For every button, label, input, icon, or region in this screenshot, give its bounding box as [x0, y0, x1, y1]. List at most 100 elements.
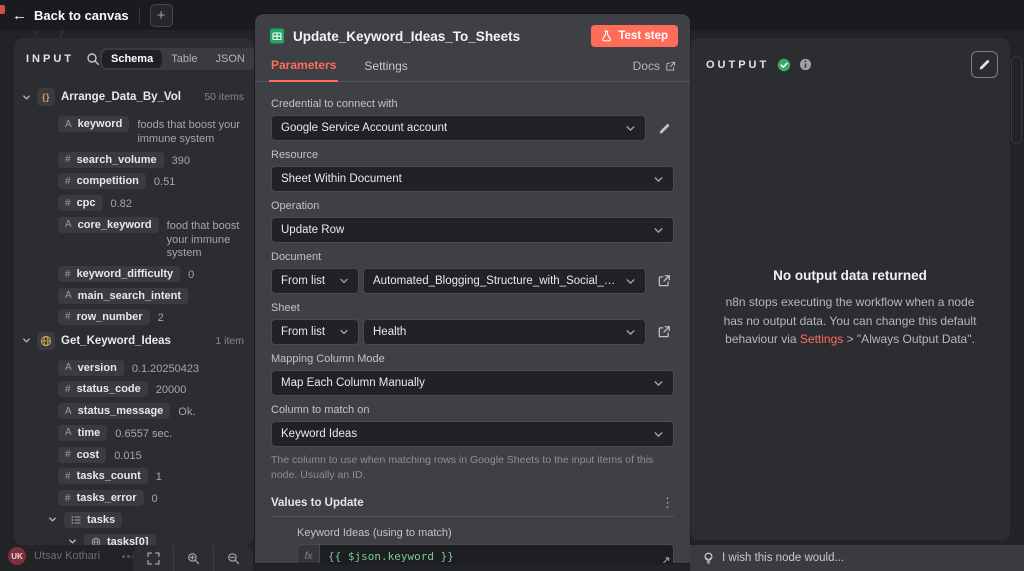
docs-link[interactable]: Docs [633, 59, 676, 81]
field-key: tasks [87, 513, 116, 526]
zoom-out-button[interactable] [213, 545, 253, 571]
plus-icon: + [156, 6, 166, 24]
schema-row-row-number[interactable]: # row_number 2 [58, 308, 244, 326]
schema-row-tasks[interactable]: tasks [48, 511, 244, 528]
output-title: OUTPUT [706, 58, 770, 71]
panel-resize-handle[interactable] [1011, 56, 1022, 144]
schema-row-main-search-intent[interactable]: Amain_search_intent [58, 287, 244, 304]
type-badge: # [65, 383, 71, 395]
node-title[interactable]: Update_Keyword_Ideas_To_Sheets [293, 29, 520, 44]
schema-row-time[interactable]: Atime 0.6557 sec. [58, 424, 244, 442]
schema-row-status-message[interactable]: Astatus_message Ok. [58, 403, 244, 420]
user-name: Utsav Kothari [34, 550, 101, 562]
schema-row-core-keyword[interactable]: Acore_keyword food that boost your immun… [58, 216, 244, 261]
field-value: 0.015 [114, 449, 142, 462]
type-badge: # [65, 197, 71, 209]
chevron-down-icon[interactable] [48, 515, 57, 524]
group-get-keyword-ideas[interactable]: Get_Keyword_Ideas 1 item [22, 331, 244, 350]
external-link-icon [666, 61, 676, 71]
values-to-update-section: Values to Update ⋮ [271, 496, 674, 509]
edit-credential-button[interactable] [654, 118, 674, 138]
add-tab-button[interactable]: + [149, 3, 173, 27]
document-mode-select[interactable]: From list [271, 268, 359, 294]
tab-settings[interactable]: Settings [362, 52, 409, 81]
tab-json[interactable]: JSON [207, 50, 254, 68]
resource-label: Resource [271, 149, 319, 161]
search-icon[interactable] [86, 52, 100, 66]
field-key: keyword_difficulty [76, 268, 174, 280]
no-output-message: No output data returned n8n stops execut… [702, 268, 998, 349]
mapping-mode-select[interactable]: Map Each Column Manually [271, 370, 674, 396]
field-value: 2 [157, 311, 164, 324]
resource-select[interactable]: Sheet Within Document [271, 166, 674, 192]
feedback-placeholder: I wish this node would... [722, 552, 845, 564]
zoom-in-button[interactable] [173, 545, 213, 571]
operation-select[interactable]: Update Row [271, 217, 674, 243]
fx-toggle[interactable]: fx [297, 544, 319, 563]
output-panel: OUTPUT No output data returned n8n stops… [690, 38, 1010, 540]
group-arrange-data-by-vol[interactable]: {} Arrange_Data_By_Vol 50 items [22, 88, 244, 106]
google-sheets-icon [270, 28, 284, 44]
tab-parameters[interactable]: Parameters [269, 51, 339, 82]
info-icon[interactable] [799, 58, 812, 71]
chevron-down-icon [647, 429, 664, 440]
field-key: cost [76, 448, 100, 461]
schema-row-cost[interactable]: #0.015cost 0.015 [58, 446, 244, 464]
type-badge: # [65, 492, 71, 504]
open-document-button[interactable] [654, 271, 674, 291]
document-label: Document [271, 251, 322, 263]
topbar-divider [138, 7, 140, 23]
credential-select[interactable]: Google Service Account account [271, 115, 646, 141]
schema-row-tasks0[interactable]: tasks[0] [68, 533, 244, 545]
object-icon [91, 537, 101, 545]
chevron-down-icon[interactable] [22, 336, 31, 345]
schema-row-version[interactable]: Aversion 0.1.20250423 [58, 359, 244, 377]
expand-expression-icon[interactable] [661, 556, 670, 563]
field-value: 0.6557 sec. [115, 427, 173, 440]
chevron-down-icon [333, 327, 349, 337]
credential-row: Google Service Account account [271, 115, 674, 141]
field-key: status_message [77, 405, 164, 417]
tab-table[interactable]: Table [162, 50, 206, 68]
expression-input[interactable]: {{ $json.keyword }} [319, 544, 674, 563]
pencil-icon [659, 123, 669, 133]
chevron-down-icon[interactable] [22, 93, 31, 102]
back-to-canvas-button[interactable]: ← Back to canvas [12, 8, 129, 23]
avatar[interactable]: UK [8, 547, 26, 565]
field-key: tasks_count [76, 470, 141, 483]
schema-row-status-code[interactable]: # status_code 20000 [58, 381, 244, 398]
schema-row-keyword[interactable]: Akeyword foods that boost your immune sy… [58, 116, 244, 147]
type-badge: A [65, 290, 72, 302]
chevron-down-icon[interactable] [68, 537, 77, 545]
schema-row-tasks-error[interactable]: # tasks_error 0 [58, 490, 244, 507]
tab-schema[interactable]: Schema [102, 50, 163, 68]
field-key: main_search_intent [77, 289, 181, 302]
document-select[interactable]: Automated_Blogging_Structure_with_Social… [363, 268, 646, 294]
type-badge: # [65, 311, 71, 323]
field-pill: # competition [58, 173, 146, 190]
schema-row-search-volume[interactable]: # search_volume 390 [58, 151, 244, 169]
modal-header: Update_Keyword_Ideas_To_Sheets Test step [255, 14, 690, 47]
sheet-mode-select[interactable]: From list [271, 319, 359, 345]
no-output-line3-pre: behaviour via [725, 332, 800, 347]
schema-row-tasks-count[interactable]: # tasks_count 1 [58, 468, 244, 485]
schema-row-cpc[interactable]: # cpc 0.82 [58, 195, 244, 212]
test-step-button[interactable]: Test step [591, 25, 678, 47]
kebab-menu-icon[interactable]: ⋮ [661, 496, 674, 509]
field-value: 0.1.20250423 [131, 362, 200, 375]
sheet-select[interactable]: Health [363, 319, 646, 345]
edit-output-button[interactable] [971, 51, 998, 78]
feedback-bar[interactable]: I wish this node would... [690, 545, 1024, 571]
set-node-icon: {} [37, 88, 55, 106]
schema-row-keyword-difficulty[interactable]: # keyword_difficulty 0 [58, 266, 244, 283]
type-badge: A [65, 427, 72, 439]
schema-row-competition[interactable]: # competition 0.51 [58, 173, 244, 190]
fit-view-button[interactable] [133, 545, 173, 571]
match-column-select[interactable]: Keyword Ideas [271, 421, 674, 447]
chevron-down-icon [333, 276, 349, 286]
settings-link[interactable]: Settings [800, 332, 843, 346]
open-sheet-button[interactable] [654, 322, 674, 342]
field-key: core_keyword [77, 218, 152, 231]
type-badge: A [65, 219, 72, 231]
operation-value: Update Row [281, 224, 345, 236]
